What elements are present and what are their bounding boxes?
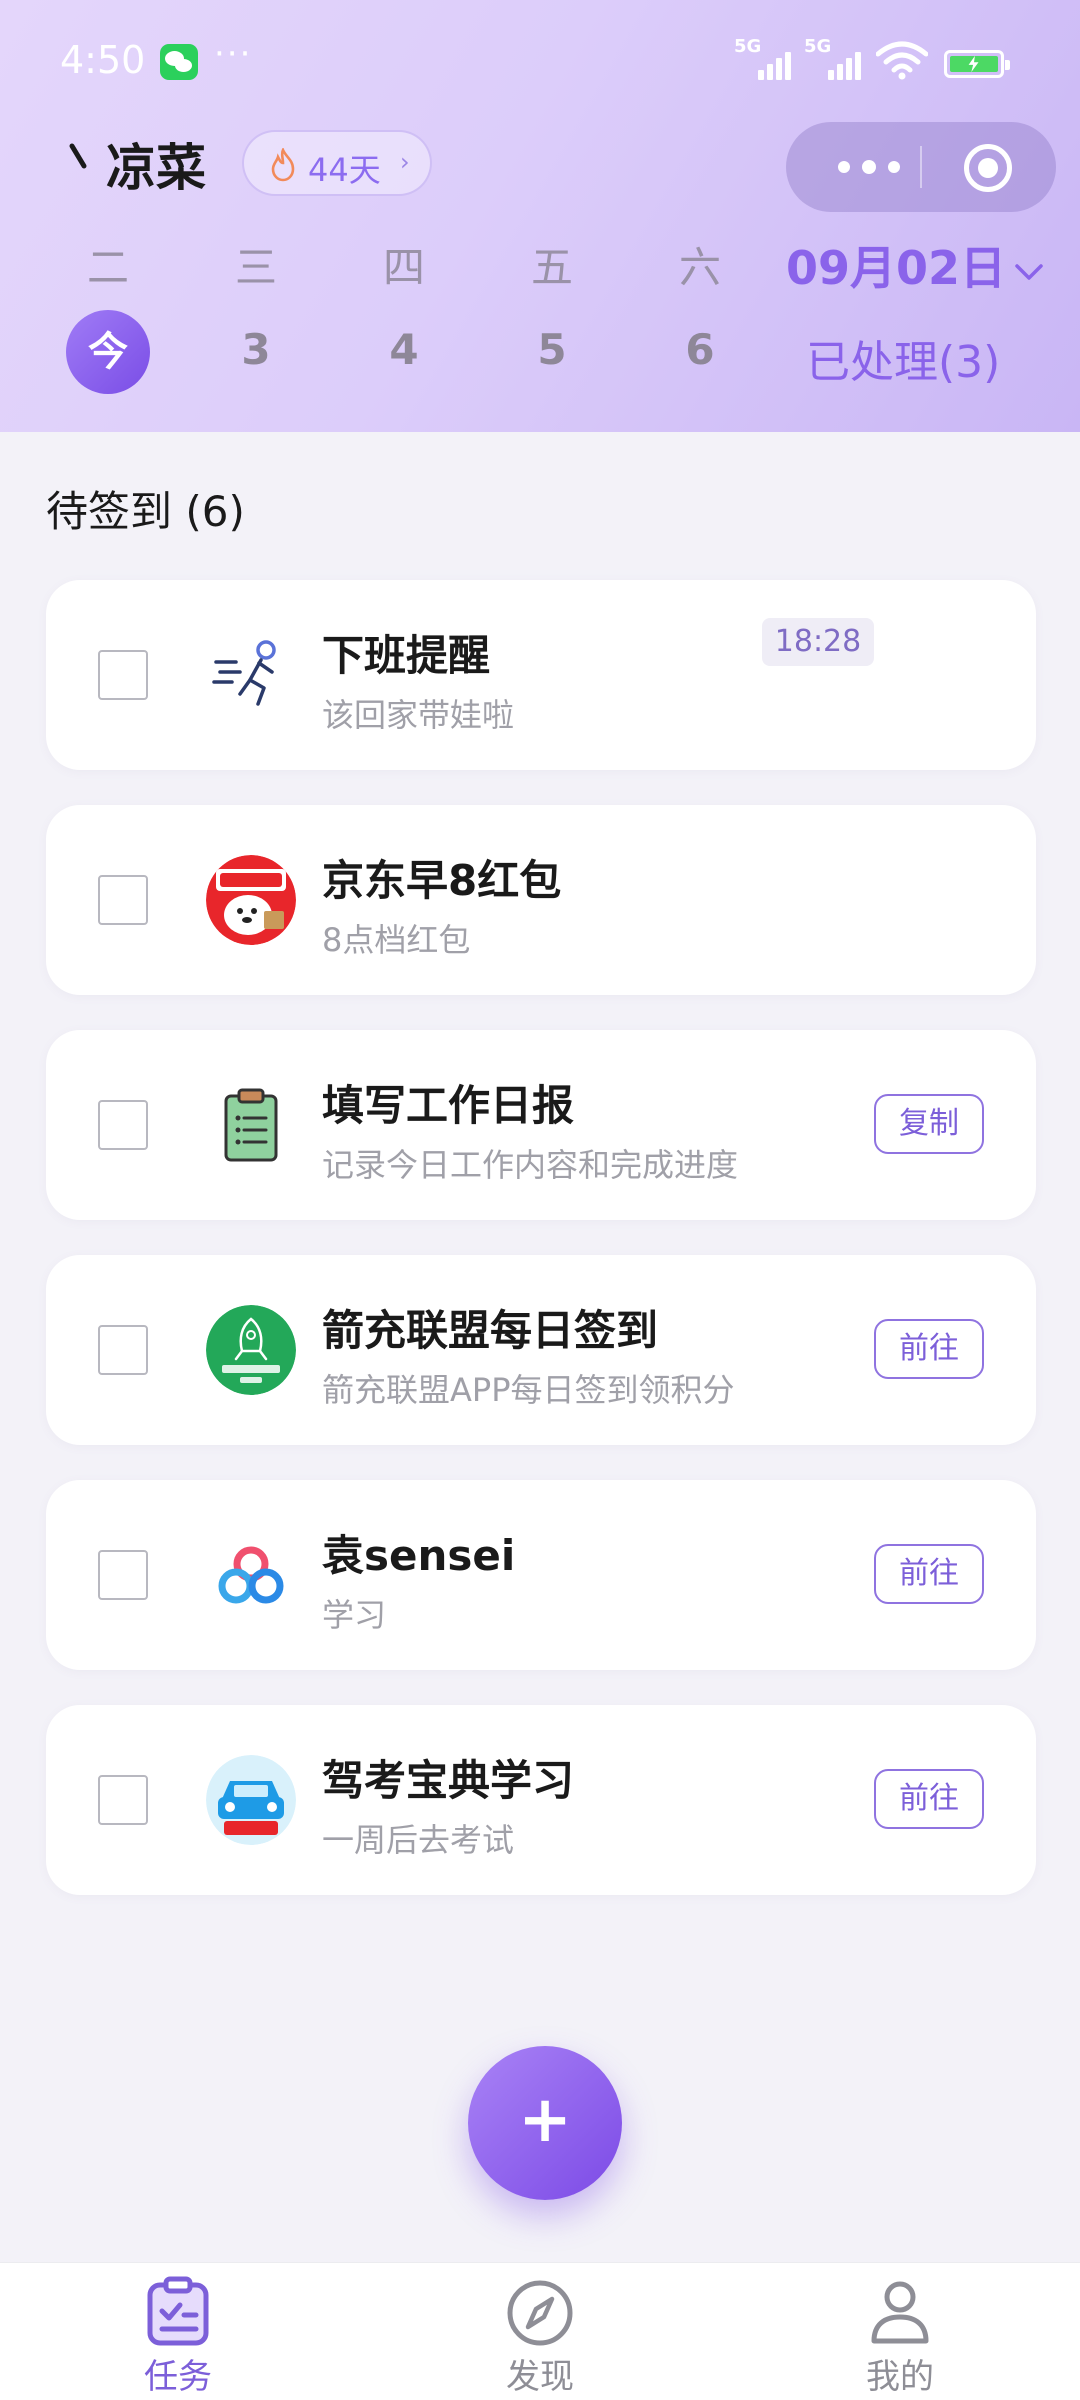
status-time: 4:50 [60, 38, 146, 82]
wechat-icon [160, 44, 198, 80]
task-checkbox[interactable] [98, 1550, 148, 1600]
section-title: 待签到 (6) [46, 487, 245, 536]
signal-label: 5G [804, 36, 832, 57]
task-list-icon [147, 2276, 209, 2346]
task-subtitle: 学习 [322, 1596, 387, 1634]
clipboard-icon [206, 1080, 296, 1170]
task-card[interactable]: 箭充联盟每日签到 箭充联盟APP每日签到领积分 前往 [46, 1255, 1036, 1445]
task-subtitle: 该回家带娃啦 [322, 696, 515, 734]
task-checkbox[interactable] [98, 650, 148, 700]
capsule-divider [920, 146, 922, 188]
task-title: 箭充联盟每日签到 [322, 1306, 659, 1355]
arrow-pro-icon [206, 1305, 296, 1395]
tab-label: 任务 [144, 2357, 212, 2397]
task-subtitle: 8点档红包 [322, 921, 471, 959]
task-checkbox[interactable] [98, 875, 148, 925]
task-title: 下班提醒 [322, 631, 491, 680]
status-more-dots: ··· [214, 34, 253, 74]
go-button[interactable]: 前往 [874, 1319, 984, 1379]
tab-tasks[interactable]: 任务 [88, 2263, 268, 2400]
tab-label: 我的 [866, 2357, 934, 2397]
weekday-label: 二 [86, 243, 129, 292]
task-card[interactable]: 下班提醒 该回家带娃啦 18:28 [46, 580, 1036, 770]
add-task-button[interactable]: + [468, 2046, 622, 2200]
go-button[interactable]: 前往 [874, 1544, 984, 1604]
time-badge: 18:28 [762, 618, 874, 666]
task-checkbox[interactable] [98, 1775, 148, 1825]
profile-icon [871, 2281, 929, 2344]
day-item[interactable]: 4 [364, 325, 444, 374]
tab-label: 发现 [506, 2357, 574, 2397]
date-selector[interactable]: 09月02日 [786, 232, 1046, 298]
task-checkbox[interactable] [98, 1325, 148, 1375]
task-title: 袁sensei [322, 1531, 516, 1580]
close-miniprogram-icon[interactable] [964, 144, 1012, 192]
chevron-down-icon [1015, 263, 1043, 280]
date-label: 09月02日 [786, 241, 1007, 295]
task-card[interactable]: 袁sensei 学习 前往 [46, 1480, 1036, 1670]
wifi-icon [876, 41, 928, 80]
go-button[interactable]: 前往 [874, 1769, 984, 1829]
weekday-label: 五 [530, 243, 573, 292]
weekday-label: 三 [234, 243, 277, 292]
task-title: 驾考宝典学习 [322, 1756, 575, 1805]
flame-icon [271, 148, 295, 182]
task-checkbox[interactable] [98, 1100, 148, 1150]
driving-test-icon [206, 1755, 296, 1845]
miniprogram-capsule [786, 122, 1056, 212]
weekday-label: 四 [382, 243, 425, 292]
tab-profile[interactable]: 我的 [810, 2263, 990, 2400]
running-man-icon [206, 630, 296, 720]
chevron-right-icon: › [400, 148, 410, 176]
task-subtitle: 一周后去考试 [322, 1821, 515, 1859]
header: 4:50 ··· 5G 5G 凉菜 44天 › 二 三 四 五 六 今 3 4 … [0, 0, 1080, 432]
compass-icon [507, 2280, 573, 2346]
baidu-netdisk-icon [206, 1530, 296, 1620]
more-icon[interactable] [824, 146, 920, 186]
task-card[interactable]: 填写工作日报 记录今日工作内容和完成进度 复制 [46, 1030, 1036, 1220]
day-item[interactable]: 5 [512, 325, 592, 374]
task-card[interactable]: 驾考宝典学习 一周后去考试 前往 [46, 1705, 1036, 1895]
task-subtitle: 记录今日工作内容和完成进度 [322, 1146, 739, 1184]
status-bar: 4:50 ··· 5G 5G [0, 0, 1080, 128]
signal-label: 5G [734, 36, 762, 57]
back-icon[interactable] [68, 142, 90, 172]
day-item[interactable]: 3 [216, 325, 296, 374]
weekday-label: 六 [678, 243, 721, 292]
signal-icon: 5G [804, 36, 868, 80]
streak-pill[interactable]: 44天 › [242, 130, 432, 196]
processed-link[interactable]: 已处理(3) [806, 326, 1000, 390]
tab-discover[interactable]: 发现 [450, 2263, 630, 2400]
task-subtitle: 箭充联盟APP每日签到领积分 [322, 1371, 735, 1409]
copy-button[interactable]: 复制 [874, 1094, 984, 1154]
streak-label: 44天 [308, 151, 381, 189]
jd-takeout-icon [206, 855, 296, 945]
day-item[interactable]: 6 [660, 325, 740, 374]
task-title: 京东早8红包 [322, 856, 562, 905]
task-title: 填写工作日报 [322, 1081, 575, 1130]
task-card[interactable]: 京东早8红包 8点档红包 [46, 805, 1036, 995]
tab-bar: 任务 发现 我的 [0, 2262, 1080, 2400]
signal-icon: 5G [734, 36, 798, 80]
page-title: 凉菜 [106, 139, 206, 197]
battery-charging-icon [944, 50, 1010, 78]
day-today[interactable]: 今 [66, 310, 150, 394]
